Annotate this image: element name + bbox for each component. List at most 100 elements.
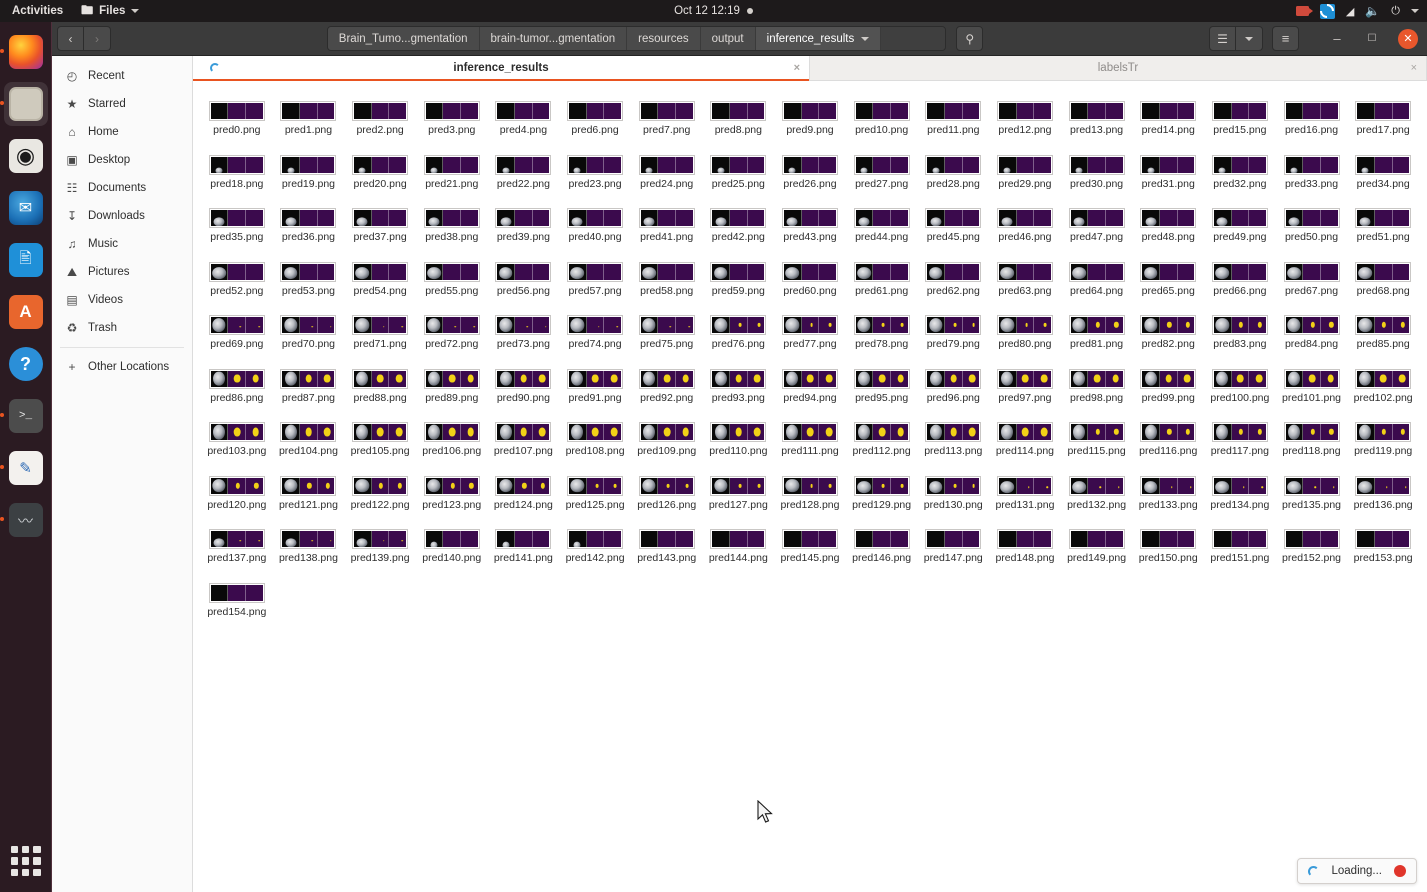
file-item[interactable]: pred48.png	[1132, 202, 1204, 244]
file-item[interactable]: pred17.png	[1347, 95, 1419, 137]
file-item[interactable]: pred149.png	[1061, 523, 1133, 565]
file-item[interactable]: pred40.png	[559, 202, 631, 244]
file-item[interactable]: pred140.png	[416, 523, 488, 565]
file-item[interactable]: pred67.png	[1276, 256, 1348, 298]
dock-item-firefox[interactable]	[4, 30, 48, 74]
file-item[interactable]: pred6.png	[559, 95, 631, 137]
sidebar-item-recent[interactable]: ◴ Recent	[52, 62, 192, 90]
file-item[interactable]: pred64.png	[1061, 256, 1133, 298]
file-item[interactable]: pred63.png	[989, 256, 1061, 298]
file-item[interactable]: pred93.png	[703, 363, 775, 405]
file-item[interactable]: pred147.png	[917, 523, 989, 565]
file-item[interactable]: pred97.png	[989, 363, 1061, 405]
file-item[interactable]: pred152.png	[1276, 523, 1348, 565]
file-item[interactable]: pred102.png	[1347, 363, 1419, 405]
file-item[interactable]: pred143.png	[631, 523, 703, 565]
file-item[interactable]: pred26.png	[774, 149, 846, 191]
file-item[interactable]: pred47.png	[1061, 202, 1133, 244]
file-item[interactable]: pred122.png	[344, 470, 416, 512]
file-item[interactable]: pred66.png	[1204, 256, 1276, 298]
list-view-icon[interactable]: ☰	[1209, 26, 1236, 51]
file-item[interactable]: pred79.png	[917, 309, 989, 351]
sidebar-item-home[interactable]: ⌂ Home	[52, 118, 192, 146]
file-item[interactable]: pred123.png	[416, 470, 488, 512]
file-item[interactable]: pred83.png	[1204, 309, 1276, 351]
screen-recording-icon[interactable]	[1296, 6, 1309, 16]
file-item[interactable]: pred73.png	[488, 309, 560, 351]
file-item[interactable]: pred132.png	[1061, 470, 1133, 512]
file-item[interactable]: pred65.png	[1132, 256, 1204, 298]
file-item[interactable]: pred34.png	[1347, 149, 1419, 191]
file-item[interactable]: pred1.png	[273, 95, 345, 137]
file-item[interactable]: pred57.png	[559, 256, 631, 298]
file-item[interactable]: pred133.png	[1132, 470, 1204, 512]
file-item[interactable]: pred81.png	[1061, 309, 1133, 351]
file-item[interactable]: pred95.png	[846, 363, 918, 405]
file-item[interactable]: pred106.png	[416, 416, 488, 458]
file-item[interactable]: pred38.png	[416, 202, 488, 244]
breadcrumb-item-2[interactable]: resources	[627, 27, 701, 50]
activities-button[interactable]: Activities	[0, 5, 73, 17]
file-item[interactable]: pred128.png	[774, 470, 846, 512]
dock-item-rhythmbox[interactable]: ◉	[4, 134, 48, 178]
volume-icon[interactable]: 🔈	[1365, 4, 1380, 18]
file-item[interactable]: pred46.png	[989, 202, 1061, 244]
sidebar-item-other-locations[interactable]: + Other Locations	[52, 353, 192, 381]
show-applications-icon[interactable]	[11, 846, 41, 876]
file-item[interactable]: pred7.png	[631, 95, 703, 137]
power-icon[interactable]: ⏻	[1391, 5, 1400, 18]
file-item[interactable]: pred54.png	[344, 256, 416, 298]
dock-item-files[interactable]	[4, 82, 48, 126]
file-item[interactable]: pred62.png	[917, 256, 989, 298]
file-item[interactable]: pred112.png	[846, 416, 918, 458]
file-item[interactable]: pred125.png	[559, 470, 631, 512]
file-item[interactable]: pred86.png	[201, 363, 273, 405]
file-item[interactable]: pred31.png	[1132, 149, 1204, 191]
file-item[interactable]: pred11.png	[917, 95, 989, 137]
file-item[interactable]: pred8.png	[703, 95, 775, 137]
file-item[interactable]: pred114.png	[989, 416, 1061, 458]
breadcrumb-item-1[interactable]: brain-tumor...gmentation	[480, 27, 628, 50]
file-item[interactable]: pred94.png	[774, 363, 846, 405]
sidebar-item-trash[interactable]: ♻ Trash	[52, 314, 192, 342]
wifi-icon[interactable]: ◢	[1346, 5, 1354, 18]
file-item[interactable]: pred52.png	[201, 256, 273, 298]
file-item[interactable]: pred99.png	[1132, 363, 1204, 405]
file-item[interactable]: pred29.png	[989, 149, 1061, 191]
file-item[interactable]: pred117.png	[1204, 416, 1276, 458]
dock-item-system-monitor[interactable]: 〰	[4, 498, 48, 542]
file-item[interactable]: pred28.png	[917, 149, 989, 191]
file-item[interactable]: pred87.png	[273, 363, 345, 405]
file-item[interactable]: pred30.png	[1061, 149, 1133, 191]
maximize-button[interactable]: ☐	[1359, 26, 1385, 52]
file-item[interactable]: pred148.png	[989, 523, 1061, 565]
file-item[interactable]: pred124.png	[488, 470, 560, 512]
file-item[interactable]: pred82.png	[1132, 309, 1204, 351]
sidebar-item-documents[interactable]: ☷ Documents	[52, 174, 192, 202]
file-item[interactable]: pred25.png	[703, 149, 775, 191]
file-item[interactable]: pred9.png	[774, 95, 846, 137]
chevron-down-icon[interactable]	[1411, 9, 1419, 13]
file-item[interactable]: pred104.png	[273, 416, 345, 458]
file-item[interactable]: pred88.png	[344, 363, 416, 405]
file-item[interactable]: pred58.png	[631, 256, 703, 298]
app-menu-files[interactable]: 🖿 Files	[73, 1, 147, 22]
file-item[interactable]: pred49.png	[1204, 202, 1276, 244]
file-item[interactable]: pred101.png	[1276, 363, 1348, 405]
file-item[interactable]: pred45.png	[917, 202, 989, 244]
back-button[interactable]: ‹	[57, 26, 84, 51]
file-item[interactable]: pred110.png	[703, 416, 775, 458]
breadcrumb-item-current[interactable]: inference_results	[756, 27, 882, 50]
file-item[interactable]: pred113.png	[917, 416, 989, 458]
file-item[interactable]: pred131.png	[989, 470, 1061, 512]
sidebar-item-music[interactable]: ♫ Music	[52, 230, 192, 258]
file-item[interactable]: pred72.png	[416, 309, 488, 351]
file-item[interactable]: pred68.png	[1347, 256, 1419, 298]
file-item[interactable]: pred39.png	[488, 202, 560, 244]
file-item[interactable]: pred71.png	[344, 309, 416, 351]
file-item[interactable]: pred92.png	[631, 363, 703, 405]
file-item[interactable]: pred116.png	[1132, 416, 1204, 458]
stop-button-icon[interactable]	[1394, 865, 1406, 877]
file-item[interactable]: pred55.png	[416, 256, 488, 298]
file-item[interactable]: pred130.png	[917, 470, 989, 512]
